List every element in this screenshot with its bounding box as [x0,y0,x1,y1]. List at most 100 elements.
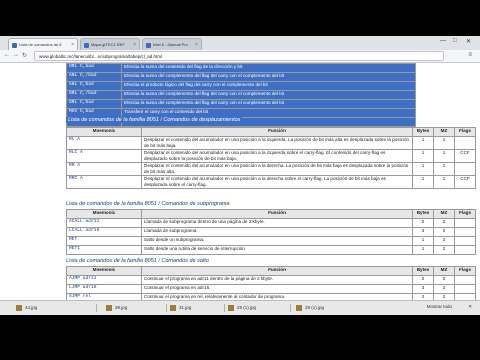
show-all-downloads-link[interactable]: Mostrar todo [427,304,452,309]
col-mz: MZ [433,127,455,137]
tab-label: Intel 8 - Manual Pro [153,42,188,47]
tab-mapa[interactable]: Mapa gtTEC1 REF × [80,38,140,50]
bytes-cell: 3 [412,227,434,237]
function-cell: Salto desde un subprograma. [141,236,413,246]
url-field[interactable]: www.globaltic.mc/lanecu/ib/...nciubprogr… [34,51,444,61]
mz-cell: 1 [433,175,455,189]
mnemonic-cell: RL A [66,136,142,150]
col-mnemonic: Mnemonic [66,127,142,137]
mnemonic-cell: ANL C,bad [66,81,122,91]
download-item[interactable]: 29 (1).jpg [228,304,256,312]
maximize-button[interactable]: □ [453,38,457,44]
table-row: RETI Salto desde una rutina de servicio d… [66,245,476,255]
col-function: Función [141,266,413,276]
mz-cell: 1 [433,149,455,163]
flags-cell: CCF [454,175,476,189]
jump-commands-table: Mnemonic Función Bytes MZ Flags AJMP adr… [66,266,476,300]
page-favicon-icon [12,43,17,48]
function-cell: Desplazar el contenido del acumulador en… [141,162,413,176]
shift-commands-table: Mnemonic Función Bytes MZ Flags RL A Desp… [66,127,476,189]
mz-cell: 2 [433,245,455,255]
download-item[interactable]: 28 (1).jpg [296,304,324,312]
bytes-cell: 1 [412,162,434,176]
menu-icon[interactable]: ≡ [468,52,472,58]
mz-cell: 1 [433,162,455,176]
download-item[interactable]: 44.jpg [16,304,37,312]
separator [224,304,225,312]
col-bytes: Bytes [412,266,434,276]
mz-cell: 2 [433,236,455,246]
flags-cell [454,162,476,176]
minimize-button[interactable]: — [440,38,446,44]
back-icon[interactable]: ← [4,52,10,58]
flags-cell [454,275,476,285]
mz-cell: 2 [433,275,455,285]
mnemonic-cell: LCALL adr16 [66,227,142,237]
table-row: ORL C,/bad Efectúa la suma del complement… [66,90,416,100]
download-label: 39.jpg [115,305,128,310]
col-mnemonic: Mnemonic [66,209,142,219]
reload-icon[interactable]: ↻ [22,52,27,59]
col-bytes: Bytes [412,209,434,219]
file-icon [106,305,112,311]
tab-lista-comandos[interactable]: Lista de comandos de 8 × [8,38,78,50]
bytes-cell: 1 [412,149,434,163]
browser-tab-strip: Lista de comandos de 8 × Mapa gtTEC1 REF… [0,36,480,50]
download-label: 44.jpg [25,305,38,310]
separator [290,304,291,312]
heading-text: Lista de comandos de la familia 8051 / C… [68,117,241,123]
bytes-cell: 2 [412,275,434,285]
page-favicon-icon [84,43,89,48]
flags-cell [454,284,476,294]
table-row: ACALL adr11 Llamada de subprograma dentro… [66,218,476,228]
tab-close-icon[interactable]: × [133,39,136,50]
mz-cell: 2 [433,284,455,294]
function-cell: Desplazar el contenido del acumulador en… [141,136,413,150]
bytes-cell: 3 [412,284,434,294]
file-icon [228,305,234,311]
forward-icon[interactable]: → [13,52,19,58]
mnemonic-cell: ANL C,/bad [66,72,122,82]
table-row: LJMP adr16 Continuar el programa en adr16… [66,284,476,294]
table-row: RRC A Desplazar el contenido del acumulad… [66,175,476,189]
mnemonic-cell: RLC A [66,149,142,163]
table-row: ANL C,/bad Efectúa la suma del complement… [66,72,416,82]
page-favicon-icon [146,43,151,48]
download-item[interactable]: 39.jpg [106,304,127,312]
close-downloads-icon[interactable]: ✕ [468,304,472,310]
flags-cell [454,245,476,255]
col-bytes: Bytes [412,127,434,137]
mnemonic-cell: RET [66,236,142,246]
function-cell: Llamada de subprograma. [141,227,413,237]
tab-close-icon[interactable]: × [71,39,74,50]
flags-cell [454,218,476,228]
col-flags: Flags [454,266,476,276]
function-cell: Desplazar el contenido del acumulador en… [141,175,413,189]
function-cell: Efectúa la suma del contenido del flag d… [121,63,416,73]
download-label: 29 (1).jpg [237,305,257,310]
separator [96,304,97,312]
table-row: RR A Desplazar el contenido del acumulado… [66,162,476,176]
file-icon [170,305,176,311]
function-cell: Efectúa la suma del complemento del flag… [121,72,416,82]
table-row: AJMP adr11 Continuar el programa en adr11… [66,275,476,285]
table-row: ORL C,bad Efectúa la suma del complemento… [66,99,416,109]
tab-label: Lista de comandos de 8 [19,42,62,47]
bytes-cell: 1 [412,136,434,150]
function-cell: Efectúa la suma del complemento del flag… [121,90,416,100]
section-heading-jump: Lista de comandos de la familia 8051 / C… [66,258,209,264]
close-window-button[interactable]: ✕ [466,38,471,45]
tab-intel-manual[interactable]: Intel 8 - Manual Pro × [142,38,202,50]
tab-close-icon[interactable]: × [195,39,198,50]
table-row: RLC A Desplazar el contenido del acumulad… [66,149,476,163]
mnemonic-cell: ACALL adr11 [66,218,142,228]
mnemonic-cell: LJMP adr16 [66,284,142,294]
section-heading-shift: Lista de comandos de la familia 8051 / C… [66,117,243,123]
page-content: ORL C,bad Efectúa la suma del contenido d… [0,63,480,300]
table-row: LCALL adr16 Llamada de subprograma. 3 2 [66,227,476,237]
mnemonic-cell: ORL C,/bad [66,90,122,100]
flags-cell [454,136,476,150]
function-cell: Efectúa el producto lógico del flag del … [121,81,416,91]
download-item[interactable]: 31.jpg [170,304,191,312]
mz-cell: 1 [433,136,455,150]
